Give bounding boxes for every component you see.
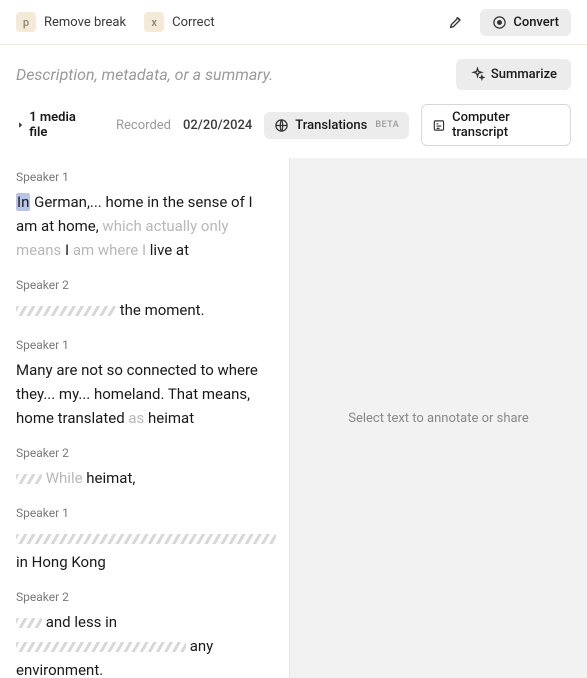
- transcript-line[interactable]: In German,... home in the sense of I am …: [16, 190, 273, 262]
- recorded-date: 02/20/2024: [183, 118, 252, 133]
- convert-icon: [492, 15, 507, 30]
- transcript-text[interactable]: I: [61, 241, 73, 259]
- transcript-icon: [432, 118, 446, 133]
- redacted-span: [16, 474, 42, 484]
- transcript-block: Speaker 2 and less in any environment.: [16, 590, 273, 678]
- transcript-line[interactable]: While heimat,: [16, 466, 273, 490]
- transcript-line[interactable]: in Hong Kong: [16, 526, 273, 574]
- computer-transcript-label: Computer transcript: [452, 110, 560, 140]
- speaker-label[interactable]: Speaker 1: [16, 338, 273, 352]
- meta-row: Description, metadata, or a summary. Sum…: [0, 45, 587, 100]
- main: Speaker 1 In German,... home in the sense…: [0, 158, 587, 678]
- remove-break-label[interactable]: Remove break: [44, 15, 126, 30]
- transcript-block: Speaker 2 While heimat,: [16, 446, 273, 490]
- globe-icon: [274, 118, 289, 133]
- info-row: 1 media file Recorded 02/20/2024 Transla…: [0, 100, 587, 158]
- annotate-hint: Select text to annotate or share: [348, 411, 529, 426]
- correct-label[interactable]: Correct: [172, 15, 215, 30]
- media-file-toggle[interactable]: 1 media file: [16, 110, 92, 140]
- highlighter-button[interactable]: [440, 8, 472, 36]
- speaker-label[interactable]: Speaker 1: [16, 506, 273, 520]
- speaker-label[interactable]: Speaker 2: [16, 590, 273, 604]
- recorded-label: Recorded: [116, 118, 171, 133]
- transcript-text[interactable]: and less in: [42, 613, 117, 631]
- transcript-block: Speaker 1 in Hong Kong: [16, 506, 273, 574]
- transcript-block: Speaker 1 Many are not so connected to wh…: [16, 338, 273, 430]
- transcript-panel[interactable]: Speaker 1 In German,... home in the sense…: [0, 158, 290, 678]
- speaker-label[interactable]: Speaker 2: [16, 278, 273, 292]
- annotate-panel: Select text to annotate or share: [290, 158, 587, 678]
- transcript-text[interactable]: heimat: [144, 409, 194, 427]
- low-confidence-text[interactable]: as: [128, 409, 144, 427]
- transcript-text[interactable]: in Hong Kong: [16, 553, 106, 571]
- transcript-block: Speaker 2 the moment.: [16, 278, 273, 322]
- remove-break-key: p: [16, 12, 36, 32]
- beta-badge: BETA: [375, 120, 399, 130]
- transcript-block: Speaker 1 In German,... home in the sense…: [16, 170, 273, 262]
- low-confidence-text[interactable]: am where I: [73, 241, 146, 259]
- computer-transcript-button[interactable]: Computer transcript: [421, 104, 571, 146]
- sparkle-icon: [470, 67, 485, 82]
- convert-button[interactable]: Convert: [480, 9, 571, 36]
- transcript-text[interactable]: the moment.: [116, 301, 205, 319]
- transcript-text[interactable]: heimat,: [83, 469, 136, 487]
- translations-label: Translations: [295, 118, 367, 133]
- translations-button[interactable]: Translations BETA: [264, 112, 409, 139]
- redacted-span: [16, 306, 116, 316]
- speaker-label[interactable]: Speaker 2: [16, 446, 273, 460]
- transcript-line[interactable]: and less in any environment.: [16, 610, 273, 678]
- redacted-span: [16, 642, 186, 652]
- correct-key: x: [144, 12, 164, 32]
- highlighter-icon: [448, 14, 464, 30]
- redacted-span: [16, 618, 42, 628]
- transcript-line[interactable]: the moment.: [16, 298, 273, 322]
- media-file-label: 1 media file: [29, 110, 92, 140]
- summarize-button-label: Summarize: [491, 67, 557, 82]
- highlighted-word[interactable]: In: [16, 193, 30, 211]
- chevron-right-icon: [16, 120, 25, 130]
- redacted-span: [16, 534, 276, 544]
- toolbar: p Remove break x Correct Convert: [0, 0, 587, 45]
- transcript-line[interactable]: Many are not so connected to where they.…: [16, 358, 273, 430]
- description-input[interactable]: Description, metadata, or a summary.: [16, 65, 448, 84]
- low-confidence-text[interactable]: While: [46, 469, 83, 487]
- convert-button-label: Convert: [513, 15, 559, 30]
- transcript-text[interactable]: live at: [146, 241, 189, 259]
- speaker-label[interactable]: Speaker 1: [16, 170, 273, 184]
- summarize-button[interactable]: Summarize: [456, 59, 571, 90]
